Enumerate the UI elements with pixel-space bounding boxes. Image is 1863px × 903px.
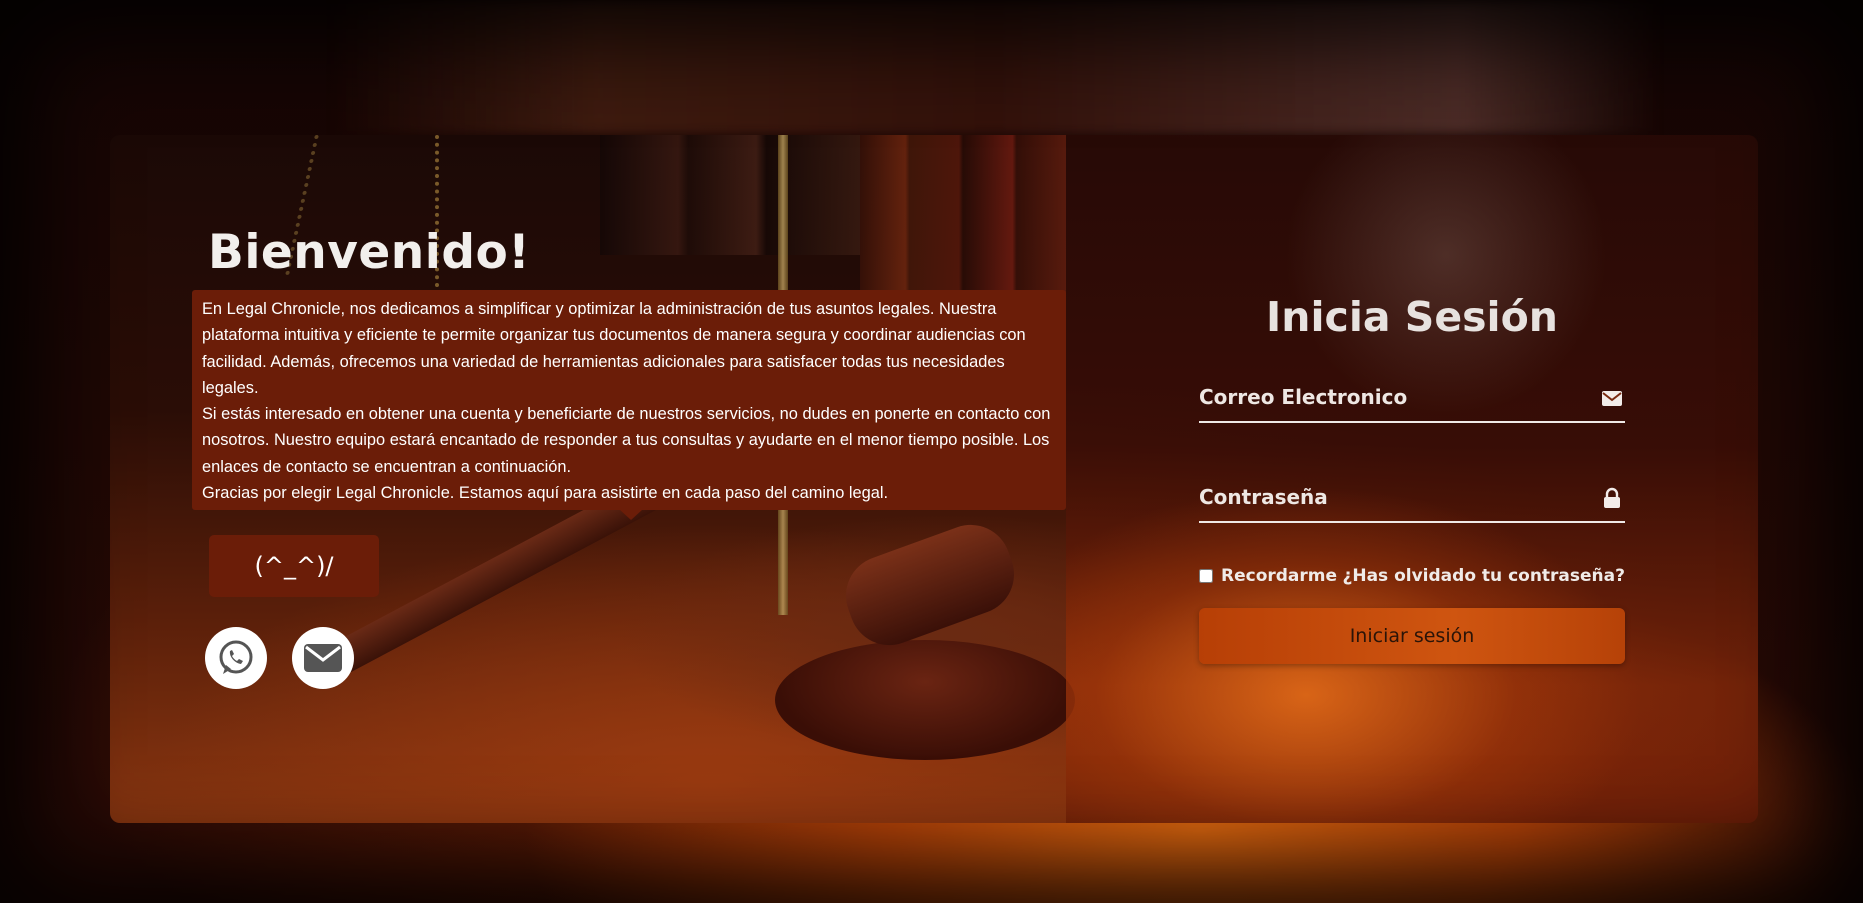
password-field-wrapper <box>1199 475 1625 523</box>
login-submit-button[interactable]: Iniciar sesión <box>1199 608 1625 664</box>
remember-label-wrapper: Recordarme <box>1199 566 1337 586</box>
email-field[interactable] <box>1199 375 1579 419</box>
background-books <box>600 135 860 255</box>
login-panel: Inicia Sesión Recordarme ¿Has olvidado t… <box>1066 135 1758 823</box>
remember-checkbox[interactable] <box>1199 569 1213 583</box>
gavel-head <box>834 513 1026 657</box>
welcome-title: Bienvenido! <box>208 225 531 280</box>
login-title: Inicia Sesión <box>1266 293 1558 341</box>
email-link[interactable] <box>292 627 354 689</box>
remember-row: Recordarme ¿Has olvidado tu contraseña? <box>1199 564 1625 588</box>
emoticon-button[interactable]: (^_^)/ <box>209 535 379 597</box>
mail-icon <box>304 644 342 672</box>
envelope-icon <box>1602 391 1622 406</box>
whatsapp-link[interactable] <box>205 627 267 689</box>
intro-paragraph: Si estás interesado en obtener una cuent… <box>202 405 1051 476</box>
intro-paragraph: Gracias por elegir Legal Chronicle. Esta… <box>202 484 889 503</box>
lock-icon <box>1604 487 1620 508</box>
intro-text-box: En Legal Chronicle, nos dedicamos a simp… <box>192 290 1066 510</box>
remember-label: Recordarme <box>1221 566 1338 586</box>
background-bookshelf <box>330 0 1660 135</box>
intro-paragraph: En Legal Chronicle, nos dedicamos a simp… <box>202 300 1026 397</box>
speech-arrow <box>620 510 642 520</box>
password-field[interactable] <box>1199 475 1579 519</box>
forgot-password-link[interactable]: ¿Has olvidado tu contraseña? <box>1343 566 1626 586</box>
email-field-wrapper <box>1199 375 1625 423</box>
welcome-panel: Bienvenido! En Legal Chronicle, nos dedi… <box>110 135 1075 823</box>
main-card: Bienvenido! En Legal Chronicle, nos dedi… <box>110 135 1758 823</box>
whatsapp-icon <box>219 640 253 674</box>
gavel-sound-block <box>775 640 1075 760</box>
